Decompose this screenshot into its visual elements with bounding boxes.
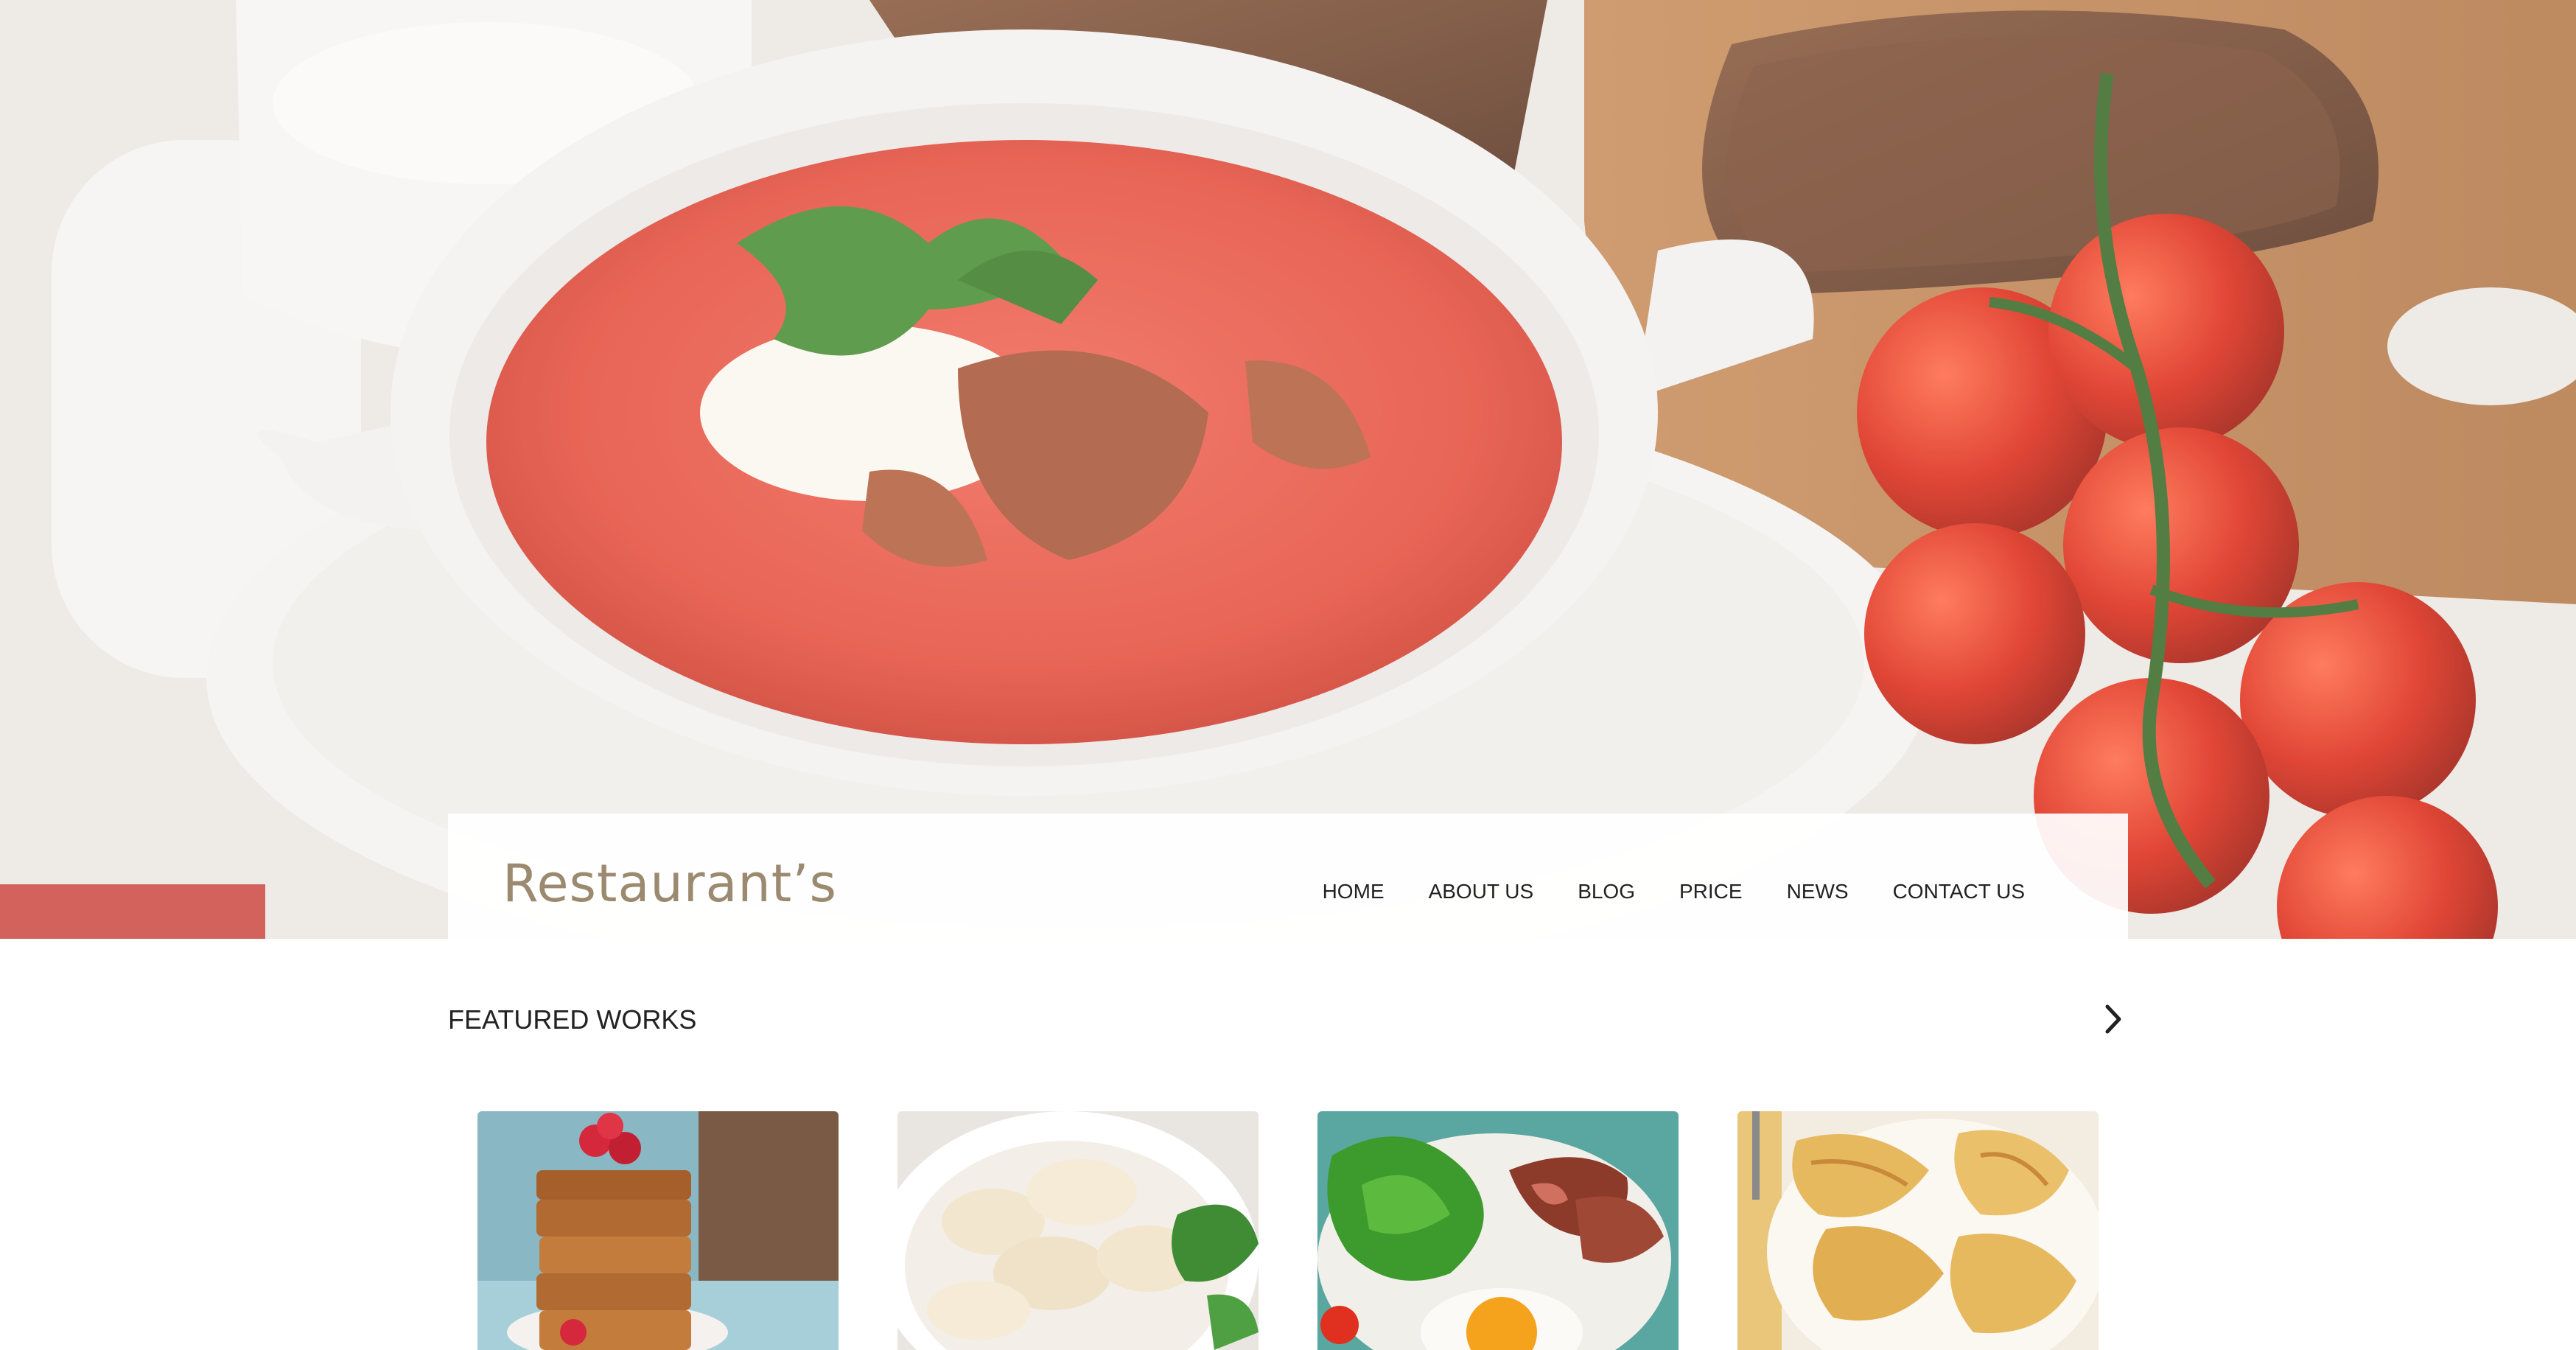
hero-image: Restaurant’s HOME ABOUT US BLOG PRICE NE…: [0, 0, 2576, 939]
beef-salad-image: [1317, 1111, 1679, 1350]
site-logo[interactable]: Restaurant’s: [503, 858, 837, 909]
honey-cake-image: [477, 1111, 839, 1350]
featured-card-honey-cake[interactable]: [477, 1111, 839, 1350]
nav-item-contact-us[interactable]: CONTACT US: [1893, 881, 2025, 902]
chevron-right-icon: [2105, 1004, 2121, 1034]
nav-item-news[interactable]: NEWS: [1787, 881, 1849, 902]
site-header: Restaurant’s HOME ABOUT US BLOG PRICE NE…: [448, 814, 2128, 939]
featured-works-heading: FEATURED WORKS: [448, 1004, 697, 1035]
featured-card-dumplings[interactable]: [897, 1111, 1259, 1350]
dumplings-image: [897, 1111, 1259, 1350]
nav-item-home[interactable]: HOME: [1323, 881, 1385, 902]
nav-item-price[interactable]: PRICE: [1679, 881, 1743, 902]
featured-next-button[interactable]: [2099, 1001, 2128, 1038]
nav-item-about-us[interactable]: ABOUT US: [1429, 881, 1534, 902]
main-nav: HOME ABOUT US BLOG PRICE NEWS CONTACT US: [1323, 881, 2025, 902]
soup-hero-illustration: [0, 0, 2576, 939]
nav-item-blog[interactable]: BLOG: [1578, 881, 1635, 902]
pancakes-image: [1737, 1111, 2099, 1350]
featured-card-beef-salad[interactable]: [1317, 1111, 1679, 1350]
featured-works-gallery: [477, 1111, 2099, 1350]
featured-card-pancakes[interactable]: [1737, 1111, 2099, 1350]
